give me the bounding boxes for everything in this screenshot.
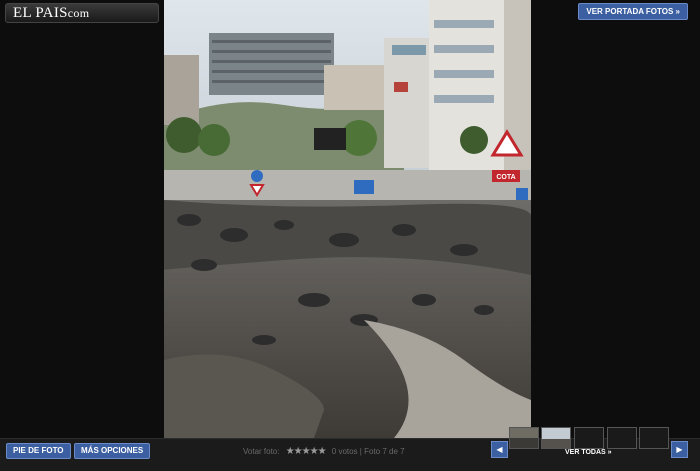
logo-suffix: com	[67, 6, 90, 20]
thumbnail-empty[interactable]	[574, 427, 604, 449]
ver-portada-fotos-button[interactable]: VER PORTADA FOTOS »	[578, 3, 688, 20]
vote-area: Votar foto: ★★★★★ 0 votos | Foto 7 de 7	[243, 446, 405, 457]
separator: |	[359, 447, 362, 456]
thumbnail-image	[510, 428, 538, 448]
rating-stars[interactable]: ★★★★★	[286, 446, 327, 457]
mas-opciones-button[interactable]: MÁS OPCIONES	[74, 443, 151, 459]
vote-count: 0 votos	[331, 447, 358, 456]
sign-text: COTA	[496, 174, 515, 181]
logo-main: EL PAIS	[13, 5, 68, 21]
photo-counter: Foto 7 de 7	[364, 447, 405, 456]
main-photo: COTA	[164, 0, 531, 438]
next-photo-button[interactable]: ▶	[671, 441, 688, 458]
thumbnail-image	[542, 428, 570, 448]
flood-street-image: COTA	[164, 0, 531, 438]
prev-photo-button[interactable]: ◀	[491, 441, 508, 458]
thumbnail-empty[interactable]	[607, 427, 637, 449]
thumbnail-empty[interactable]	[639, 427, 669, 449]
pie-de-foto-button[interactable]: PIE DE FOTO	[6, 443, 71, 459]
votar-label: Votar foto:	[243, 447, 280, 456]
thumbnail[interactable]	[541, 427, 571, 449]
elpais-logo[interactable]: EL PAIScom	[5, 3, 159, 23]
ver-todas-link[interactable]: VER TODAS »	[565, 449, 612, 456]
thumbnail[interactable]	[509, 427, 539, 449]
